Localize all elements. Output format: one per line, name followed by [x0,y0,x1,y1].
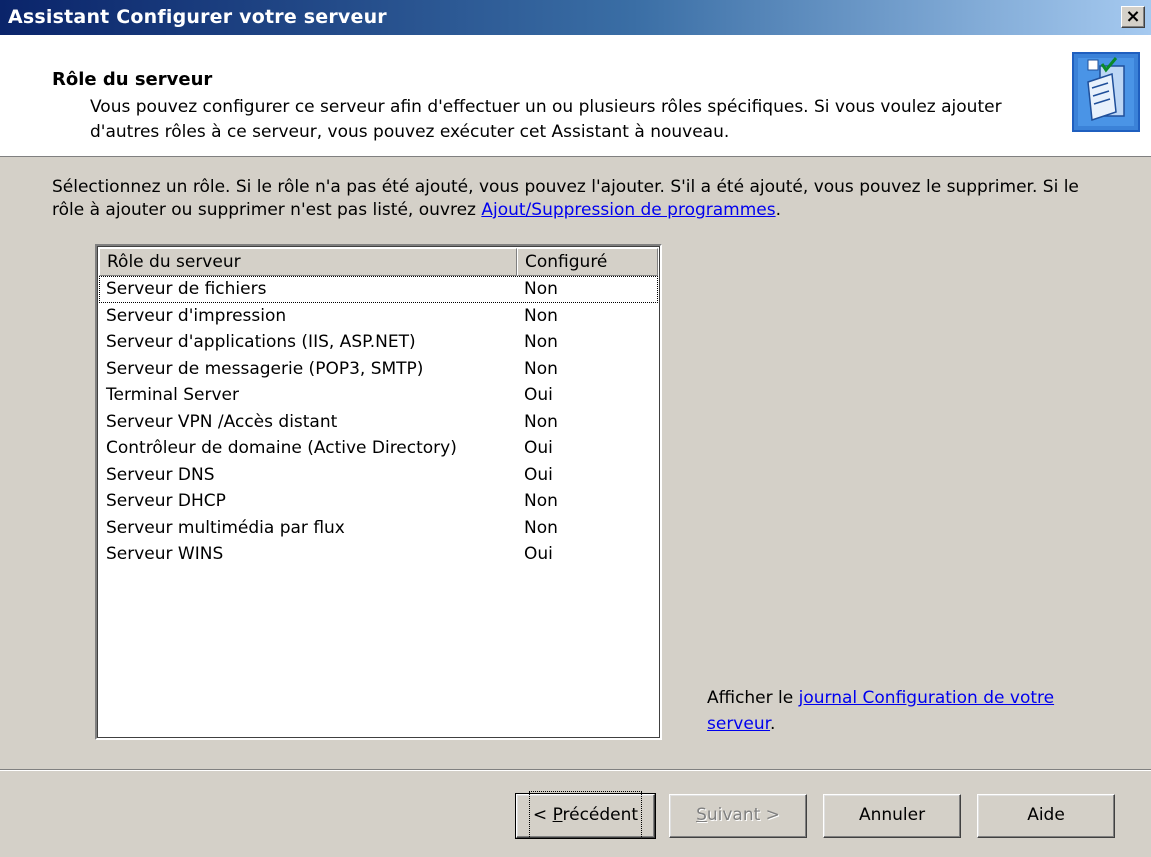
list-item[interactable]: Serveur multimédia par flux Non [99,515,658,542]
cancel-button[interactable]: Annuler [823,794,961,838]
help-button-label: Aide [1027,805,1065,825]
list-header: Rôle du serveur Configuré [99,248,658,276]
next-button-mnemonic: S [696,805,707,825]
list-item[interactable]: Serveur de messagerie (POP3, SMTP) Non [99,356,658,383]
add-remove-programs-link[interactable]: Ajout/Suppression de programmes [481,200,775,220]
wizard-header: Rôle du serveur Vous pouvez configurer c… [0,35,1151,157]
role-name: Serveur DHCP [106,491,226,511]
list-item[interactable]: Contrôleur de domaine (Active Directory)… [99,435,658,462]
log-prefix: Afficher le [707,688,799,708]
back-button-label: < Précédent [528,791,643,839]
back-button-prefix: < [532,805,553,825]
wizard-checklist-icon [1072,52,1140,132]
role-name: Serveur DNS [106,464,215,485]
back-button[interactable]: < Précédent [515,791,656,839]
role-configured: Non [524,279,558,299]
list-item[interactable]: Serveur VPN /Accès distant Non [99,409,658,436]
role-configured: Non [524,411,558,432]
window-title: Assistant Configurer votre serveur [8,6,387,28]
help-button[interactable]: Aide [977,794,1115,838]
list-item[interactable]: Serveur DHCP Non [99,488,658,515]
list-item[interactable]: Serveur de fichiers Non [99,276,658,303]
list-item[interactable]: Serveur d'impression Non [99,303,658,330]
list-item[interactable]: Serveur WINS Oui [99,541,658,568]
role-configured: Oui [524,544,553,564]
role-configured: Non [524,332,558,352]
server-roles-list[interactable]: Rôle du serveur Configuré Serveur de fic… [95,244,662,740]
page-title: Rôle du serveur [52,69,213,90]
role-configured: Non [524,358,558,379]
next-button-text: uivant > [706,805,780,825]
role-name: Serveur d'applications (IIS, ASP.NET) [106,332,416,352]
log-suffix: . [770,714,776,734]
role-configured: Non [524,305,558,326]
role-name: Serveur d'impression [106,305,287,326]
role-name: Serveur de messagerie (POP3, SMTP) [106,358,424,379]
instructions-suffix: . [775,200,782,220]
role-name: Terminal Server [106,385,239,405]
role-name: Serveur multimédia par flux [106,517,345,538]
role-configured: Oui [524,385,553,405]
role-name: Serveur WINS [106,544,224,564]
role-configured: Oui [524,464,553,485]
role-name: Contrôleur de domaine (Active Directory) [106,438,457,458]
cancel-button-label: Annuler [858,805,926,825]
instructions-text: Sélectionnez un rôle. Si le rôle n'a pas… [52,176,1112,222]
page-description: Vous pouvez configurer ce serveur afin d… [90,97,1002,142]
back-button-text: récédent [562,805,639,825]
close-icon: × [1125,6,1141,27]
list-item[interactable]: Serveur d'applications (IIS, ASP.NET) Non [99,329,658,356]
list-item[interactable]: Terminal Server Oui [99,382,658,409]
title-bar: Assistant Configurer votre serveur × [0,0,1151,35]
close-button[interactable]: × [1121,6,1145,28]
role-configured: Non [524,491,558,511]
next-button[interactable]: Suivant > [669,794,807,838]
column-header-role[interactable]: Rôle du serveur [99,248,517,276]
role-name: Serveur de fichiers [106,279,267,299]
back-button-mnemonic: P [552,805,563,825]
footer-divider-highlight [0,770,1151,771]
next-button-label: Suivant > [696,795,780,835]
list-item[interactable]: Serveur DNS Oui [99,462,658,489]
role-configured: Non [524,517,558,538]
column-header-configured[interactable]: Configuré [517,248,658,276]
view-log-text: Afficher le journal Configuration de vot… [707,685,1107,737]
role-configured: Oui [524,438,553,458]
role-name: Serveur VPN /Accès distant [106,411,338,432]
list-body: Serveur de fichiers Non Serveur d'impress… [99,276,658,568]
